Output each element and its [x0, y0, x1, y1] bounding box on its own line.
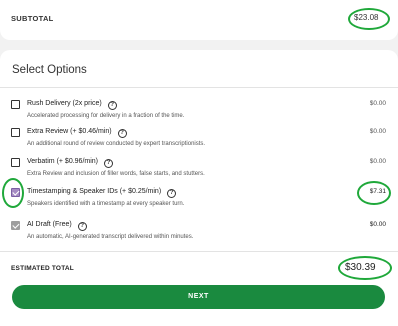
extra-review-checkbox[interactable]	[11, 128, 20, 137]
subtotal-card: SUBTOTAL $23.08	[0, 0, 398, 40]
subtotal-label: SUBTOTAL	[11, 14, 54, 23]
help-icon[interactable]: ?	[104, 159, 114, 168]
option-rush-delivery[interactable]: Rush Delivery (2x price)? Accelerated pr…	[0, 98, 398, 122]
option-description: Speakers identified with a timestamp at …	[27, 201, 185, 207]
option-description: An automatic, AI-generated transcript de…	[27, 234, 194, 240]
option-price: $0.00	[369, 221, 386, 228]
help-icon[interactable]: ?	[117, 129, 127, 138]
option-name: Verbatim (+ $0.96/min)	[27, 158, 99, 165]
option-ai-draft: AI Draft (Free)? An automatic, AI-genera…	[0, 219, 398, 243]
option-description: Accelerated processing for delivery in a…	[27, 113, 185, 119]
verbatim-checkbox[interactable]	[11, 158, 20, 167]
option-name: Extra Review (+ $0.46/min)	[27, 128, 112, 135]
option-name: AI Draft (Free)	[27, 221, 72, 228]
option-name: Rush Delivery (2x price)	[27, 100, 102, 107]
estimated-total-amount: $30.39	[345, 262, 376, 273]
help-icon[interactable]: ?	[167, 189, 177, 198]
next-button[interactable]: NEXT	[12, 285, 385, 309]
option-price: $0.00	[369, 128, 386, 135]
divider	[0, 251, 398, 252]
help-icon[interactable]: ?	[77, 222, 87, 231]
estimated-total-label: ESTIMATED TOTAL	[11, 265, 74, 272]
rush-delivery-checkbox[interactable]	[11, 100, 20, 109]
option-verbatim[interactable]: Verbatim (+ $0.96/min)? Extra Review and…	[0, 156, 398, 180]
option-name: Timestamping & Speaker IDs (+ $0.25/min)	[27, 188, 162, 195]
option-price: $0.00	[369, 100, 386, 107]
divider	[0, 87, 398, 88]
price-annotation-circle	[357, 181, 391, 205]
option-price: $0.00	[369, 158, 386, 165]
ai-draft-checkbox	[11, 221, 20, 230]
option-timestamping[interactable]: Timestamping & Speaker IDs (+ $0.25/min)…	[0, 186, 398, 210]
option-description: An additional round of review conducted …	[27, 141, 206, 147]
section-title: Select Options	[12, 64, 87, 76]
option-extra-review[interactable]: Extra Review (+ $0.46/min)? An additiona…	[0, 126, 398, 150]
checkbox-annotation-circle	[2, 178, 24, 208]
option-description: Extra Review and inclusion of filler wor…	[27, 171, 205, 177]
subtotal-annotation-circle	[348, 8, 390, 30]
help-icon[interactable]: ?	[107, 101, 117, 110]
